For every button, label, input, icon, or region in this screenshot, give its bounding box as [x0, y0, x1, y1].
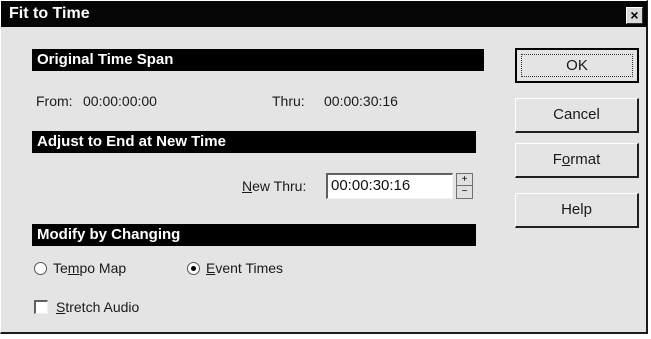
tempo-map-label[interactable]: Tempo Map [53, 260, 126, 276]
ok-button[interactable]: OK [515, 48, 639, 83]
tempo-map-radio[interactable] [34, 262, 47, 275]
adjust-end-time-header: Adjust to End at New Time [32, 131, 476, 153]
stretch-audio-label[interactable]: Stretch Audio [56, 299, 139, 315]
new-thru-label: New Thru: [242, 178, 307, 194]
cancel-button-label: Cancel [553, 106, 600, 123]
close-button[interactable]: × [626, 7, 643, 24]
modify-by-changing-header: Modify by Changing [32, 224, 476, 246]
title-bar: Fit to Time × [1, 1, 647, 27]
new-thru-mnemonic: N [242, 178, 253, 194]
new-thru-spinner[interactable]: + − [456, 173, 473, 199]
format-button-label: Format [552, 151, 601, 168]
spin-up-icon[interactable]: + [457, 174, 472, 186]
from-label: From: [36, 93, 73, 109]
stretch-audio-checkbox[interactable] [34, 300, 48, 314]
original-time-span-header: Original Time Span [32, 49, 484, 71]
close-icon: × [630, 7, 639, 23]
dialog-title: Fit to Time [9, 5, 90, 22]
from-value: 00:00:00:00 [83, 93, 157, 109]
new-thru-input[interactable]: 00:00:30:16 [326, 173, 453, 199]
event-times-label[interactable]: Event Times [206, 260, 283, 276]
format-button[interactable]: Format [515, 143, 639, 178]
help-button[interactable]: Help [515, 193, 639, 228]
cancel-button[interactable]: Cancel [515, 98, 639, 133]
fit-to-time-dialog: Fit to Time × Original Time Span From: 0… [0, 0, 648, 334]
thru-label: Thru: [272, 93, 305, 109]
event-times-radio[interactable] [187, 262, 200, 275]
spin-down-icon[interactable]: − [457, 186, 472, 198]
thru-value: 00:00:30:16 [324, 93, 398, 109]
focus-rect [521, 54, 633, 77]
help-button-label: Help [561, 201, 592, 218]
